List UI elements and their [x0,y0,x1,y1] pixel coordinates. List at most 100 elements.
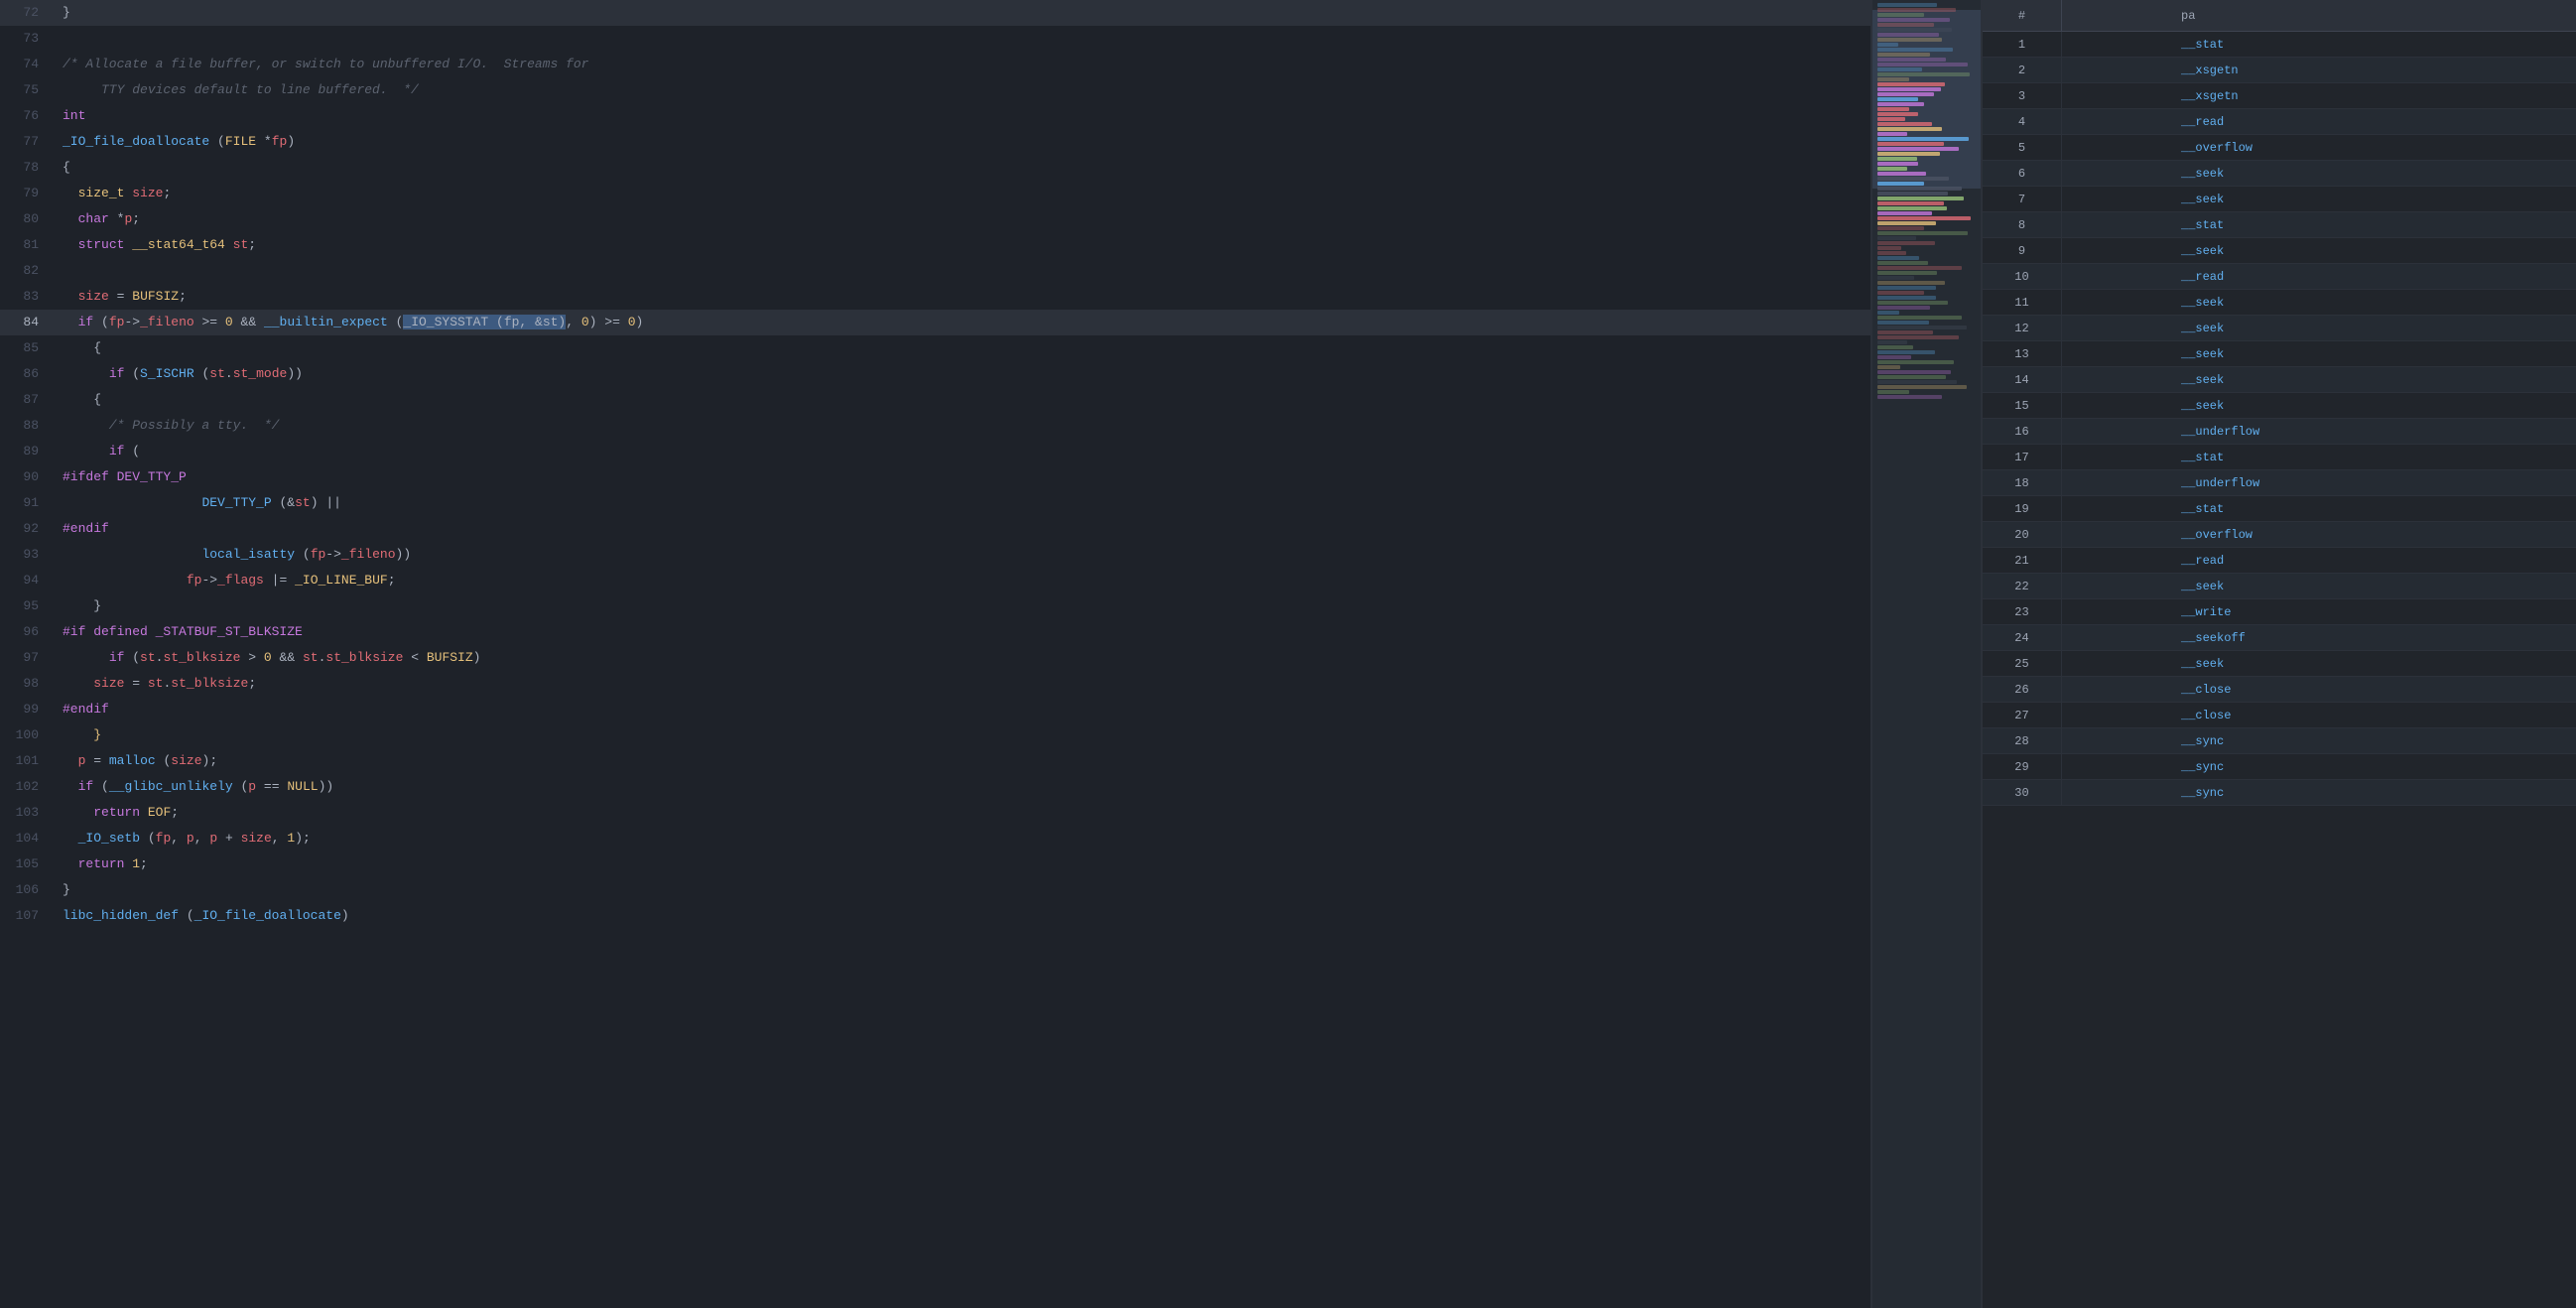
row-name: __stat [2062,218,2576,232]
code-line: TTY devices default to line buffered. */ [55,77,1870,103]
line-number: 91 [0,490,55,516]
row-number: 16 [1983,419,2062,444]
row-number: 28 [1983,728,2062,753]
line-number: 97 [0,645,55,671]
line-number: 95 [0,593,55,619]
table-row[interactable]: 6__seek [1983,161,2576,187]
code-row: 103 return EOF; [0,800,1870,826]
table-row[interactable]: 1__stat [1983,32,2576,58]
table-row[interactable]: 24__seekoff [1983,625,2576,651]
table-row[interactable]: 17__stat [1983,445,2576,470]
code-row: 82 [0,258,1870,284]
code-row: 97 if (st.st_blksize > 0 && st.st_blksiz… [0,645,1870,671]
row-name: __stat [2062,502,2576,516]
table-row[interactable]: 23__write [1983,599,2576,625]
code-editor[interactable]: 72}7374/* Allocate a file buffer, or swi… [0,0,1871,1308]
row-name: __overflow [2062,141,2576,155]
table-row[interactable]: 30__sync [1983,780,2576,806]
table-row[interactable]: 18__underflow [1983,470,2576,496]
line-number: 94 [0,568,55,593]
table-row[interactable]: 28__sync [1983,728,2576,754]
line-number: 89 [0,439,55,464]
row-number: 7 [1983,187,2062,211]
code-row: 77_IO_file_doallocate (FILE *fp) [0,129,1870,155]
table-row[interactable]: 2__xsgetn [1983,58,2576,83]
table-row[interactable]: 16__underflow [1983,419,2576,445]
code-row: 76int [0,103,1870,129]
row-name: __seek [2062,347,2576,361]
row-name: __xsgetn [2062,64,2576,77]
table-row[interactable]: 13__seek [1983,341,2576,367]
table-row[interactable]: 29__sync [1983,754,2576,780]
line-number: 72 [0,0,55,26]
code-line: } [55,593,1870,619]
table-row[interactable]: 21__read [1983,548,2576,574]
table-row[interactable]: 7__seek [1983,187,2576,212]
row-name: __seek [2062,373,2576,387]
row-name: __overflow [2062,528,2576,542]
code-line: size = st.st_blksize; [55,671,1870,697]
table-row[interactable]: 12__seek [1983,316,2576,341]
code-line: #endif [55,697,1870,722]
row-number: 23 [1983,599,2062,624]
minimap[interactable] [1871,0,1981,1308]
line-number: 76 [0,103,55,129]
row-number: 6 [1983,161,2062,186]
row-name: __seek [2062,322,2576,335]
table-row[interactable]: 11__seek [1983,290,2576,316]
code-row: 101 p = malloc (size); [0,748,1870,774]
code-row: 100 } [0,722,1870,748]
code-line: size_t size; [55,181,1870,206]
right-table-body[interactable]: 1__stat2__xsgetn3__xsgetn4__read5__overf… [1983,32,2576,1308]
code-line: } [55,877,1870,903]
row-name: __seek [2062,193,2576,206]
code-line: return EOF; [55,800,1870,826]
line-number: 90 [0,464,55,490]
table-row[interactable]: 3__xsgetn [1983,83,2576,109]
table-row[interactable]: 10__read [1983,264,2576,290]
line-number: 104 [0,826,55,851]
table-row[interactable]: 9__seek [1983,238,2576,264]
right-panel: # pa 1__stat2__xsgetn3__xsgetn4__read5__… [1981,0,2576,1308]
row-number: 24 [1983,625,2062,650]
line-number: 88 [0,413,55,439]
code-line: { [55,387,1870,413]
line-number: 103 [0,800,55,826]
row-name: __seek [2062,296,2576,310]
code-row: 102 if (__glibc_unlikely (p == NULL)) [0,774,1870,800]
row-name: __seek [2062,244,2576,258]
code-row: 72} [0,0,1870,26]
code-row: 83 size = BUFSIZ; [0,284,1870,310]
table-row[interactable]: 25__seek [1983,651,2576,677]
table-row[interactable]: 15__seek [1983,393,2576,419]
table-row[interactable]: 26__close [1983,677,2576,703]
table-row[interactable]: 8__stat [1983,212,2576,238]
col-pa-header: pa [2062,9,2576,23]
table-row[interactable]: 19__stat [1983,496,2576,522]
code-line: { [55,335,1870,361]
table-row[interactable]: 27__close [1983,703,2576,728]
code-row: 75 TTY devices default to line buffered.… [0,77,1870,103]
code-line: if ( [55,439,1870,464]
table-row[interactable]: 4__read [1983,109,2576,135]
code-row: 74/* Allocate a file buffer, or switch t… [0,52,1870,77]
col-hash-header: # [1983,0,2062,31]
table-row[interactable]: 22__seek [1983,574,2576,599]
code-line: } [55,722,1870,748]
table-row[interactable]: 14__seek [1983,367,2576,393]
code-line: int [55,103,1870,129]
row-number: 15 [1983,393,2062,418]
code-line: } [55,0,1870,26]
code-line: _IO_setb (fp, p, p + size, 1); [55,826,1870,851]
table-row[interactable]: 5__overflow [1983,135,2576,161]
line-number: 100 [0,722,55,748]
code-line [55,26,1870,52]
line-number: 81 [0,232,55,258]
table-row[interactable]: 20__overflow [1983,522,2576,548]
code-row: 107libc_hidden_def (_IO_file_doallocate) [0,903,1870,929]
code-line: fp->_flags |= _IO_LINE_BUF; [55,568,1870,593]
line-number: 101 [0,748,55,774]
code-row: 78{ [0,155,1870,181]
row-name: __underflow [2062,476,2576,490]
code-row: 88 /* Possibly a tty. */ [0,413,1870,439]
